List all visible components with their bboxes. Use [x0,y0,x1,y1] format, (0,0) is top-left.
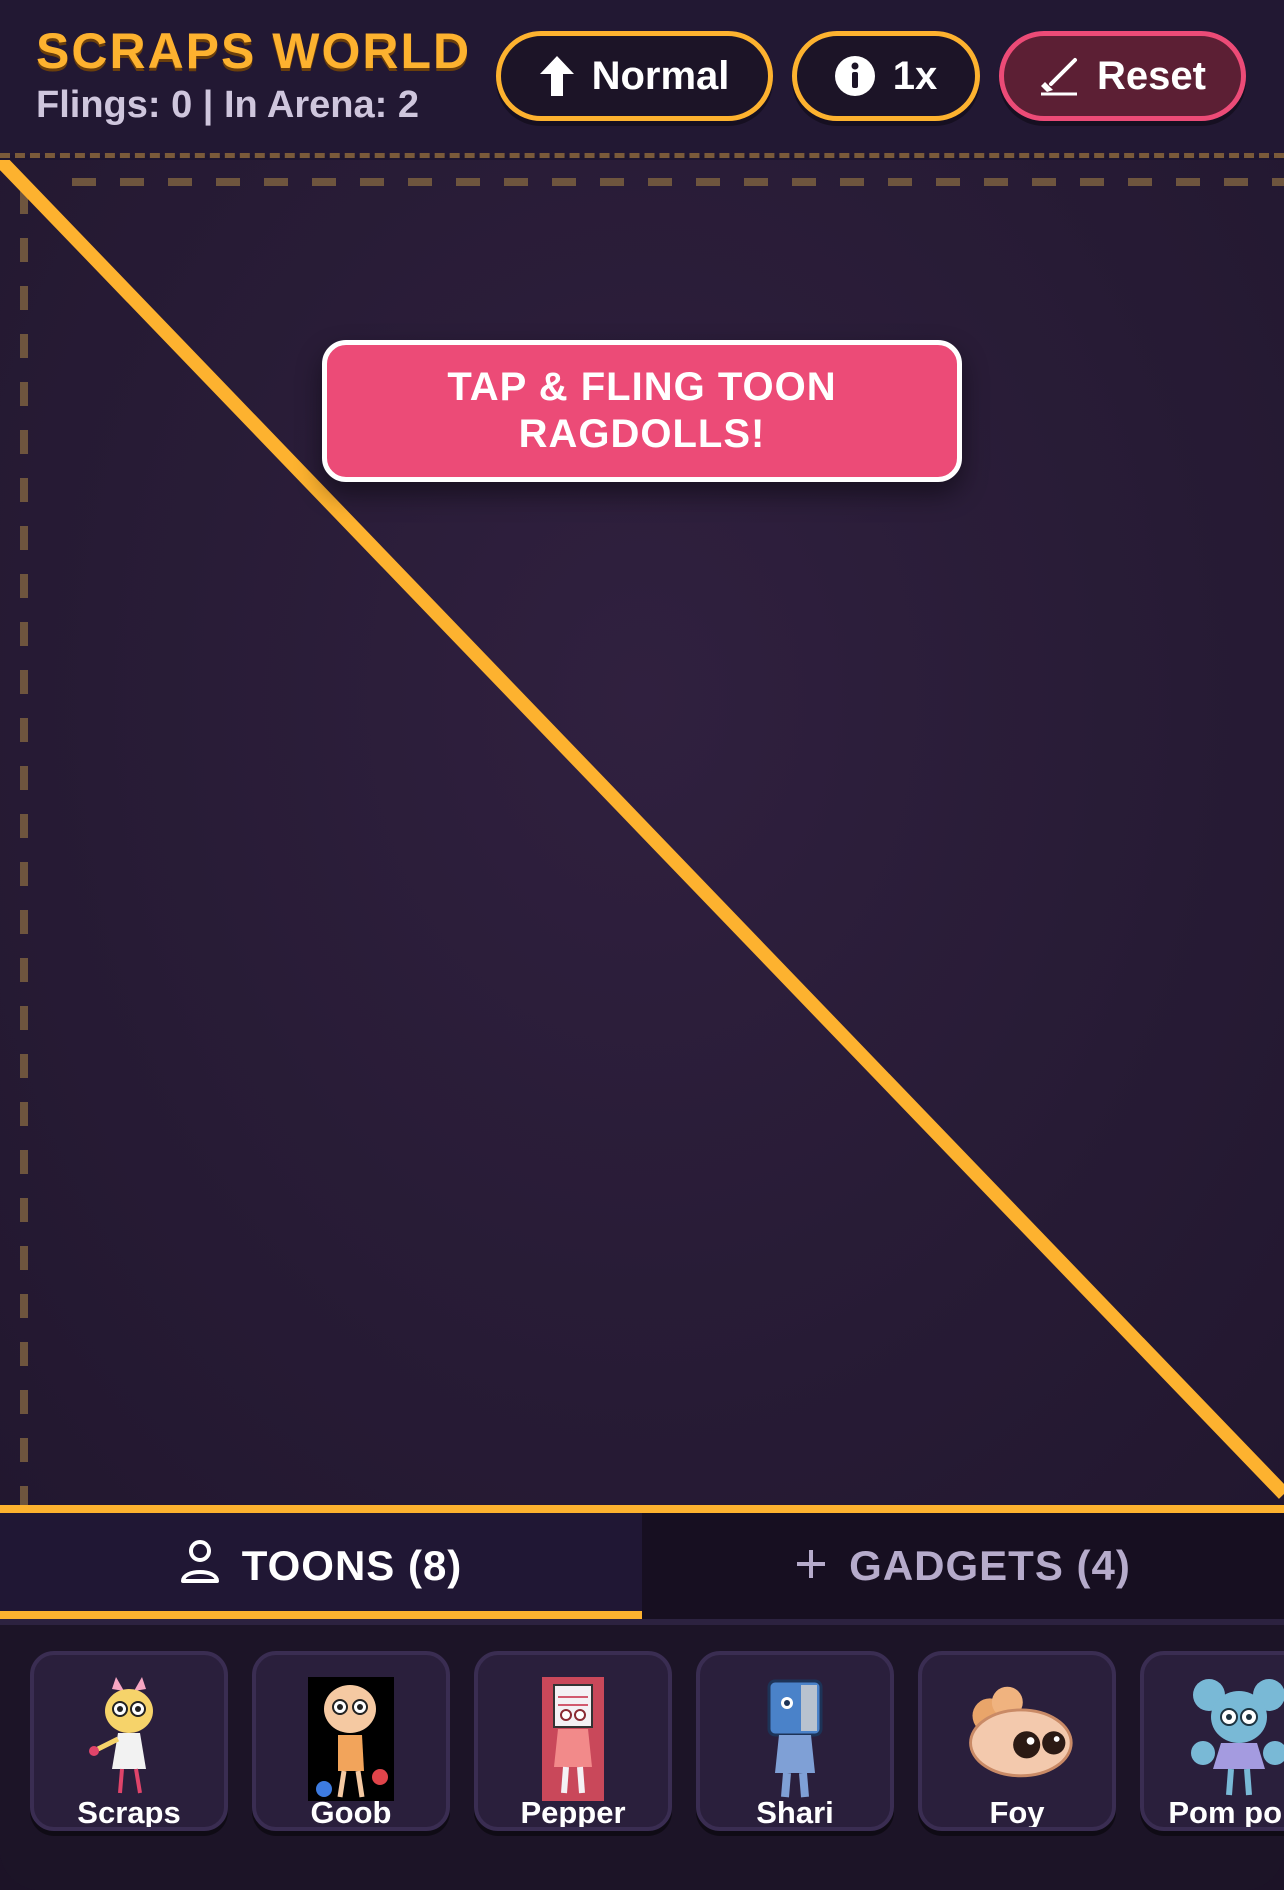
person-icon [180,1539,220,1593]
instruction-banner: TAP & FLING TOON RAGDOLLS! [322,340,962,482]
goob-icon [291,1677,411,1801]
pompom-icon [1179,1677,1284,1801]
broom-icon [1039,56,1079,96]
fling-stats: Flings: 0 | In Arena: 2 [36,84,419,126]
toon-card-goob[interactable]: Goob [252,1651,450,1831]
toon-card-pompom[interactable]: Pom pom [1140,1651,1284,1831]
plus-icon [795,1542,827,1590]
header-divider [0,153,1284,158]
arrow-up-icon [539,56,574,96]
top-bar: SCRAPS WORLD Flings: 0 | In Arena: 2 Nor… [0,0,1284,155]
game-title: SCRAPS WORLD [36,23,472,79]
speed-label: 1x [892,53,938,98]
tab-toons[interactable]: TOONS (8) [0,1513,642,1619]
toon-name: Scraps [77,1795,181,1830]
arena-floor [0,1505,1284,1513]
info-icon [834,56,875,96]
reset-label: Reset [1097,53,1206,98]
toon-name: Shari [756,1795,834,1830]
gravity-label: Normal [591,53,730,98]
tab-gadgets-label: GADGETS (4) [849,1542,1131,1589]
scraps-icon [69,1677,189,1801]
tab-gadgets[interactable]: GADGETS (4) [642,1513,1284,1619]
toon-name: Foy [989,1795,1045,1830]
toon-name: Pom pom [1168,1795,1284,1830]
toon-card-foy[interactable]: Foy [918,1651,1116,1831]
play-arena[interactable]: TAP & FLING TOON RAGDOLLS! [0,160,1284,1508]
toon-name: Goob [310,1795,392,1830]
speed-button[interactable]: 1x [792,31,980,121]
toon-card-scraps[interactable]: Scraps [30,1651,228,1831]
tab-toons-label: TOONS (8) [241,1542,463,1589]
gravity-button[interactable]: Normal [496,31,773,121]
game-screen: SCRAPS WORLD Flings: 0 | In Arena: 2 Nor… [0,0,1284,1890]
foy-icon [957,1677,1077,1801]
shari-icon [735,1677,855,1801]
toon-name: Pepper [520,1795,626,1830]
category-tabs: TOONS (8) GADGETS (4) [0,1513,1284,1619]
toon-card-pepper[interactable]: Pepper [474,1651,672,1831]
reset-button[interactable]: Reset [999,31,1246,121]
pepper-icon [513,1677,633,1801]
toon-card-shari[interactable]: Shari [696,1651,894,1831]
toon-tray: Scraps Goob Pepper Shari Foy Pom po [0,1625,1284,1890]
